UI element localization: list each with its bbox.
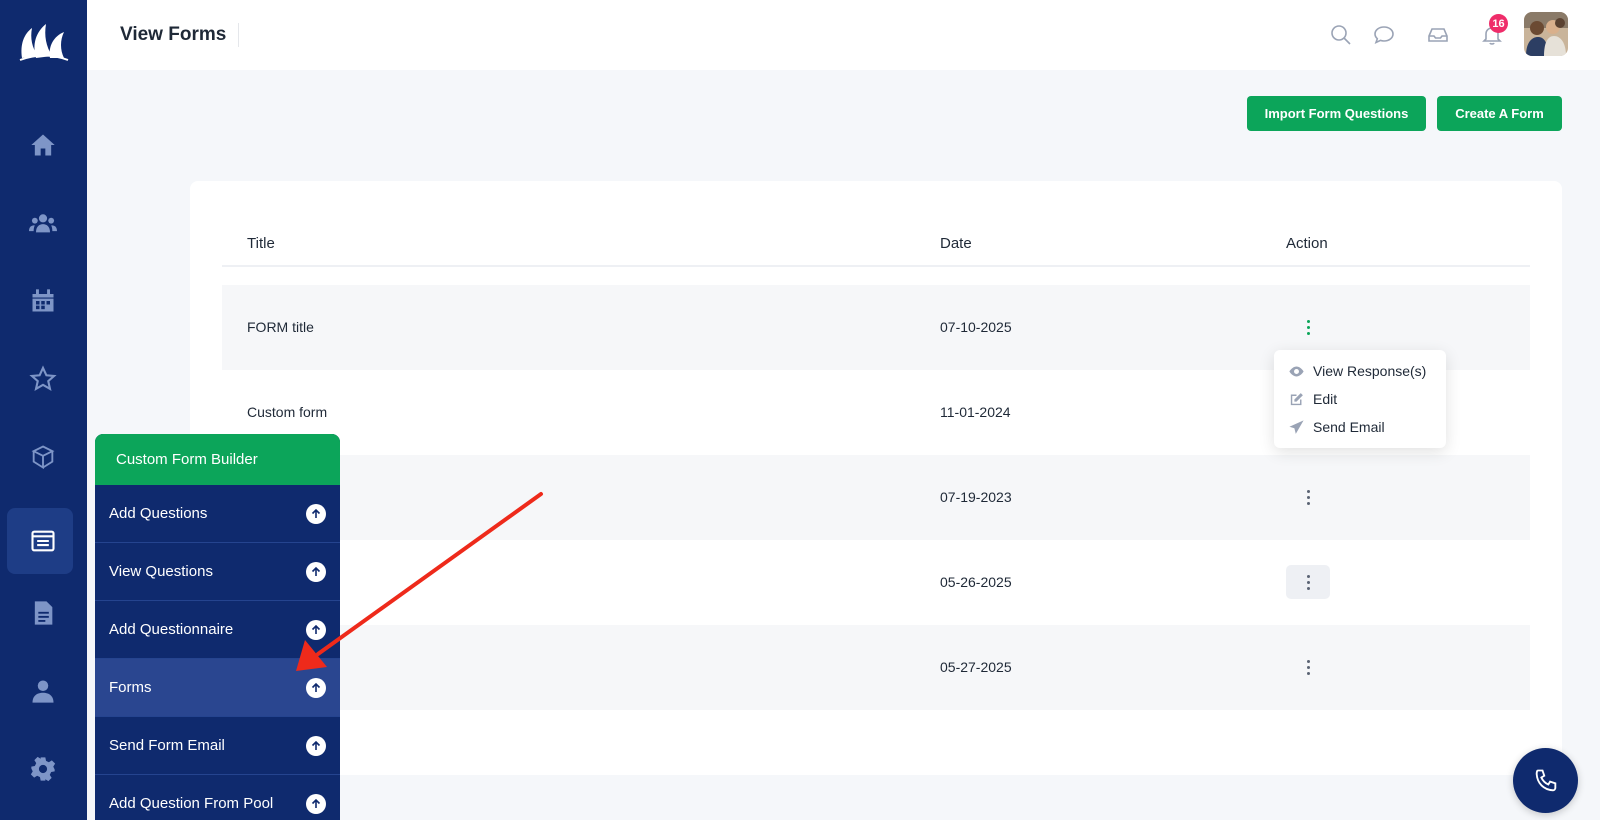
menu-item-add-questionnaire[interactable]: Add Questionnaire bbox=[95, 601, 340, 659]
send-email-menu-item[interactable]: Send Email bbox=[1288, 416, 1385, 438]
chat-icon[interactable] bbox=[1369, 20, 1399, 50]
row-date: 05-26-2025 bbox=[940, 574, 1012, 590]
send-icon bbox=[1289, 419, 1304, 434]
brand-logo-icon[interactable] bbox=[16, 18, 70, 64]
forms-table-card: Title Date Action FORM title 07-10-2025 … bbox=[190, 181, 1562, 775]
row-date: 11-01-2024 bbox=[940, 404, 1011, 420]
table-row[interactable]: 07-19-2023 bbox=[222, 455, 1530, 540]
row-actions-kebab-icon[interactable] bbox=[1286, 480, 1330, 514]
create-form-button[interactable]: Create A Form bbox=[1437, 96, 1562, 131]
row-date: 07-10-2025 bbox=[940, 319, 1012, 335]
row-actions-kebab-icon[interactable] bbox=[1286, 565, 1330, 599]
import-form-questions-button[interactable]: Import Form Questions bbox=[1247, 96, 1426, 131]
call-button[interactable] bbox=[1513, 748, 1578, 813]
star-icon[interactable] bbox=[22, 358, 64, 400]
column-header-action: Action bbox=[1286, 235, 1328, 252]
menu-item-add-question-from-pool[interactable]: Add Question From Pool bbox=[95, 775, 340, 820]
row-title: Custom form bbox=[247, 404, 328, 420]
menu-item-label: Add Question From Pool bbox=[109, 795, 274, 812]
edit-icon bbox=[1290, 392, 1303, 405]
person-icon[interactable] bbox=[22, 670, 64, 712]
send-email-label: Send Email bbox=[1313, 419, 1385, 435]
menu-item-add-questions[interactable]: Add Questions bbox=[95, 485, 340, 543]
arrow-up-icon bbox=[306, 678, 326, 698]
arrow-up-icon bbox=[306, 620, 326, 640]
menu-item-forms[interactable]: Forms bbox=[95, 659, 340, 717]
search-icon[interactable] bbox=[1326, 20, 1356, 50]
menu-item-send-form-email[interactable]: Send Form Email bbox=[95, 717, 340, 775]
menu-item-label: Add Questionnaire bbox=[109, 621, 234, 638]
arrow-up-icon bbox=[306, 736, 326, 756]
calendar-icon[interactable] bbox=[22, 280, 64, 322]
notification-badge: 16 bbox=[1489, 14, 1508, 33]
box-icon[interactable] bbox=[22, 436, 64, 478]
menu-item-label: Add Questions bbox=[109, 505, 208, 522]
left-rail bbox=[0, 0, 87, 820]
inbox-icon[interactable] bbox=[1423, 20, 1453, 50]
column-header-date: Date bbox=[940, 235, 972, 252]
column-header-title: Title bbox=[247, 235, 275, 252]
row-actions-kebab-icon[interactable] bbox=[1286, 650, 1330, 684]
page-title: View Forms bbox=[120, 23, 240, 47]
gear-icon[interactable] bbox=[22, 748, 64, 790]
table-header: Title Date Action bbox=[222, 221, 1530, 267]
row-date: 07-19-2023 bbox=[940, 489, 1012, 505]
view-responses-menu-item[interactable]: View Response(s) bbox=[1288, 360, 1426, 382]
row-actions-dropdown: View Response(s) Edit Send Email bbox=[1274, 350, 1446, 448]
arrow-up-icon bbox=[306, 562, 326, 582]
menu-item-view-questions[interactable]: View Questions bbox=[95, 543, 340, 601]
phone-icon bbox=[1535, 769, 1556, 791]
row-title: FORM title bbox=[247, 319, 314, 335]
custom-form-builder-header[interactable]: Custom Form Builder bbox=[95, 434, 340, 485]
forms-icon[interactable] bbox=[22, 520, 64, 562]
document-icon[interactable] bbox=[22, 592, 64, 634]
table-row[interactable]: 05-26-2025 bbox=[222, 540, 1530, 625]
arrow-up-icon bbox=[306, 794, 326, 814]
eye-icon bbox=[1289, 366, 1304, 376]
table-row[interactable]: 05-27-2025 bbox=[222, 625, 1530, 710]
edit-menu-item[interactable]: Edit bbox=[1288, 388, 1337, 410]
home-icon[interactable] bbox=[22, 124, 64, 166]
menu-item-label: View Questions bbox=[109, 563, 213, 580]
view-responses-label: View Response(s) bbox=[1313, 363, 1427, 379]
menu-item-label: Forms bbox=[109, 679, 152, 696]
menu-item-label: Send Form Email bbox=[109, 737, 225, 754]
custom-form-builder-menu: Custom Form Builder Add Questions View Q… bbox=[95, 434, 340, 820]
row-actions-kebab-icon[interactable] bbox=[1286, 310, 1330, 344]
top-header: View Forms 16 bbox=[87, 0, 1600, 70]
edit-label: Edit bbox=[1313, 391, 1338, 407]
arrow-up-icon bbox=[306, 504, 326, 524]
avatar[interactable] bbox=[1524, 12, 1568, 56]
row-date: 05-27-2025 bbox=[940, 659, 1012, 675]
users-icon[interactable] bbox=[22, 202, 64, 244]
